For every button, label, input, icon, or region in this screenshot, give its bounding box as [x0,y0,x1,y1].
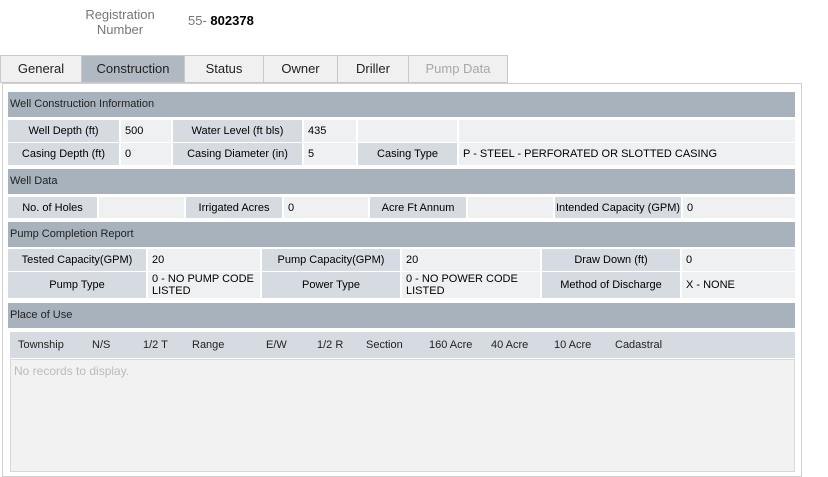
discharge-method-value: X - NONE [682,272,795,298]
well-construction-row-2: Casing Depth (ft) 0 Casing Diameter (in)… [8,143,795,165]
holes-label: No. of Holes [8,197,99,218]
casing-diameter-value: 5 [304,143,358,165]
pump-type-label: Pump Type [8,272,148,298]
casing-depth-label: Casing Depth (ft) [8,143,121,165]
tab-pump-data[interactable]: Pump Data [408,55,508,83]
draw-down-label: Draw Down (ft) [542,249,682,271]
well-construction-row-1: Well Depth (ft) 500 Water Level (ft bls)… [8,120,795,142]
casing-depth-value: 0 [121,143,173,165]
column-header-40-acre[interactable]: 40 Acre [491,339,528,351]
well-data-header: Well Data [8,169,795,194]
registration-number-value: 802378 [210,13,254,28]
acre-ft-annum-label: Acre Ft Annum [370,197,468,218]
tab-bar: General Construction Status Owner Drille… [0,55,508,83]
tab-owner[interactable]: Owner [263,55,337,83]
column-header-ew[interactable]: E/W [266,339,287,351]
column-header-range[interactable]: Range [192,339,224,351]
pump-completion-row-1: Tested Capacity(GPM) 20 Pump Capacity(GP… [8,249,795,271]
column-header-160-acre[interactable]: 160 Acre [429,339,472,351]
irrigated-acres-value: 0 [284,197,370,218]
casing-diameter-label: Casing Diameter (in) [173,143,304,165]
registration-prefix: 55- [188,13,207,28]
place-of-use-header: Place of Use [8,303,795,328]
column-header-township[interactable]: Township [18,339,64,351]
well-depth-label: Well Depth (ft) [8,120,121,142]
well-data-row: No. of Holes Irrigated Acres 0 Acre Ft A… [8,197,795,218]
column-header-half-r[interactable]: 1/2 R [317,339,343,351]
tested-capacity-value: 20 [148,249,262,271]
casing-type-label: Casing Type [358,143,459,165]
pump-capacity-label: Pump Capacity(GPM) [262,249,402,271]
discharge-method-label: Method of Discharge [542,272,682,298]
tested-capacity-label: Tested Capacity(GPM) [8,249,148,271]
power-type-value: 0 - NO POWER CODE LISTED [402,272,542,298]
intended-capacity-label: Intended Capacity (GPM) [555,197,683,218]
acre-ft-annum-value [468,197,555,218]
pump-capacity-value: 20 [402,249,542,271]
column-header-10-acre[interactable]: 10 Acre [554,339,591,351]
well-depth-value: 500 [121,120,173,142]
tab-driller[interactable]: Driller [337,55,408,83]
tab-general[interactable]: General [0,55,81,83]
empty-cell [459,120,795,142]
pump-completion-row-2: Pump Type 0 - NO PUMP CODE LISTED Power … [8,272,795,298]
tab-construction[interactable]: Construction [81,55,184,83]
registration-label: Registration Number [85,7,155,37]
power-type-label: Power Type [262,272,402,298]
column-header-half-t[interactable]: 1/2 T [143,339,168,351]
empty-cell [358,120,459,142]
water-level-value: 435 [304,120,358,142]
irrigated-acres-label: Irrigated Acres [186,197,284,218]
registration-number: 55- 802378 [188,13,254,28]
pump-completion-header: Pump Completion Report [8,222,795,247]
pump-type-value: 0 - NO PUMP CODE LISTED [148,272,262,298]
place-of-use-grid-body: No records to display. [10,359,795,472]
well-construction-header: Well Construction Information [8,92,795,117]
no-records-message: No records to display. [14,364,130,378]
column-header-section[interactable]: Section [366,339,403,351]
construction-panel: Well Construction Information Well Depth… [2,83,802,477]
water-level-label: Water Level (ft bls) [173,120,304,142]
place-of-use-grid-header: Township N/S 1/2 T Range E/W 1/2 R Secti… [10,332,795,358]
intended-capacity-value: 0 [683,197,795,218]
tab-status[interactable]: Status [184,55,263,83]
draw-down-value: 0 [682,249,795,271]
column-header-cadastral[interactable]: Cadastral [615,339,662,351]
holes-value [99,197,186,218]
casing-type-value: P - STEEL - PERFORATED OR SLOTTED CASING [459,143,795,165]
column-header-ns[interactable]: N/S [92,339,110,351]
